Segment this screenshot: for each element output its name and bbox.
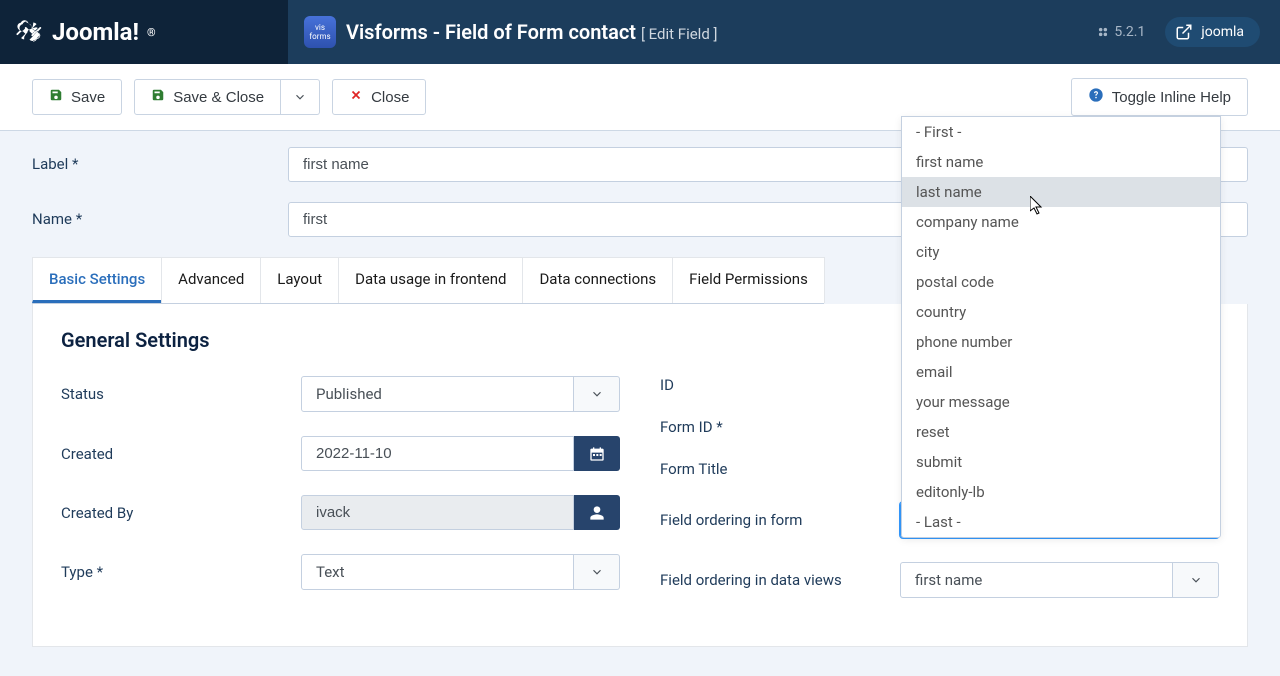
formid-label: Form ID * [660,418,900,436]
page-subtitle: [ Edit Field ] [641,25,718,43]
tab-data-usage-frontend[interactable]: Data usage in frontend [338,257,523,303]
tab-advanced[interactable]: Advanced [161,257,261,303]
visforms-icon: vis forms [304,16,336,48]
dropdown-item-company-name[interactable]: company name [902,207,1220,237]
status-label: Status [61,385,301,403]
field-ordering-dropdown: - First - first name last name company n… [901,116,1221,538]
tab-layout[interactable]: Layout [260,257,339,303]
joomla-version[interactable]: 5.2.1 [1096,24,1145,40]
calendar-button[interactable] [574,436,620,471]
type-label: Type * [61,563,301,581]
label-field-label: Label * [32,147,288,182]
save-close-button[interactable]: Save & Close [134,79,281,115]
chevron-down-icon [574,376,620,412]
joomla-mini-icon [1096,25,1110,39]
type-select[interactable]: Text [301,554,620,590]
help-icon [1088,87,1104,107]
save-icon [49,88,63,106]
dropdown-item-email[interactable]: email [902,357,1220,387]
tab-data-connections[interactable]: Data connections [522,257,673,303]
tabs: Basic Settings Advanced Layout Data usag… [32,257,824,304]
save-icon [151,88,165,106]
dropdown-item-city[interactable]: city [902,237,1220,267]
status-select[interactable]: Published [301,376,620,412]
dropdown-item-reset[interactable]: reset [902,417,1220,447]
created-date-input[interactable] [301,436,574,471]
created-label: Created [61,445,301,463]
page-title: Visforms - Field of Form contact [346,20,636,44]
user-icon [589,505,605,521]
createdby-input [301,495,574,530]
close-icon [349,88,363,106]
joomla-logo-icon [16,18,44,46]
mouse-cursor-icon [1030,196,1046,220]
dropdown-item-your-message[interactable]: your message [902,387,1220,417]
tab-field-permissions[interactable]: Field Permissions [672,257,825,303]
dropdown-item-editonly-lb[interactable]: editonly-lb [902,477,1220,507]
toggle-inline-help-button[interactable]: Toggle Inline Help [1071,78,1248,116]
dropdown-item-first[interactable]: - First - [902,117,1220,147]
close-button[interactable]: Close [332,79,426,115]
field-ordering-data-views-select[interactable]: first name [900,562,1219,598]
user-picker-button[interactable] [574,495,620,530]
external-link-icon [1175,23,1193,41]
field-ordering-label: Field ordering in form [660,511,900,529]
dropdown-item-last-name[interactable]: last name [902,177,1220,207]
dropdown-item-last[interactable]: - Last - [902,507,1220,537]
calendar-icon [589,446,605,462]
dropdown-item-country[interactable]: country [902,297,1220,327]
id-label: ID [660,376,900,394]
formtitle-label: Form Title [660,460,900,478]
brand-text: Joomla! [52,18,139,46]
dropdown-item-first-name[interactable]: first name [902,147,1220,177]
save-button[interactable]: Save [32,79,122,115]
dropdown-item-postal-code[interactable]: postal code [902,267,1220,297]
name-field-label: Name * [32,202,288,237]
chevron-down-icon [293,90,307,104]
dropdown-item-phone-number[interactable]: phone number [902,327,1220,357]
chevron-down-icon [1173,562,1219,598]
brand-area[interactable]: Joomla! ® [0,0,288,64]
chevron-down-icon [574,554,620,590]
user-menu-button[interactable]: joomla [1165,17,1260,47]
dropdown-item-submit[interactable]: submit [902,447,1220,477]
tab-basic-settings[interactable]: Basic Settings [32,257,162,303]
createdby-label: Created By [61,504,301,522]
save-dropdown-button[interactable] [281,79,320,115]
field-ordering-data-views-label: Field ordering in data views [660,571,900,589]
